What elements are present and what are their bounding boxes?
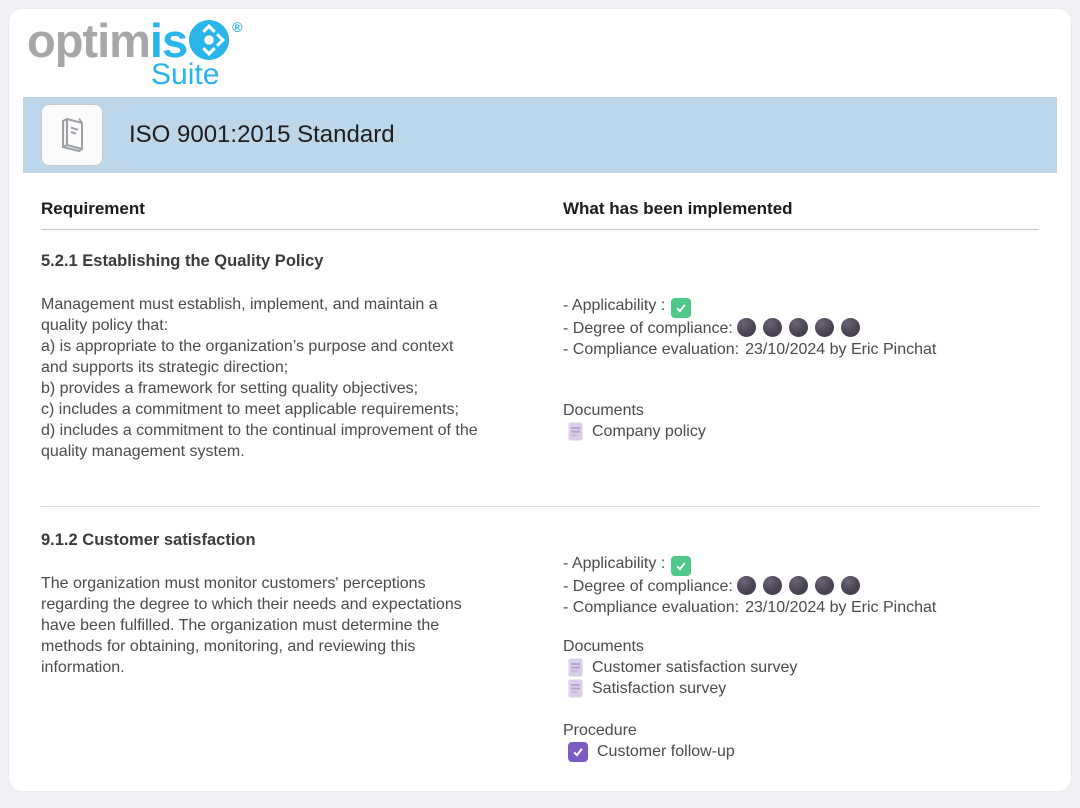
page-title: ISO 9001:2015 Standard <box>129 121 395 149</box>
procedure-link[interactable]: Customer follow-up <box>563 741 1039 762</box>
applicability-line: - Applicability : <box>563 295 1039 318</box>
document-link[interactable]: Satisfaction survey <box>563 678 1039 699</box>
compliance-dot <box>841 576 860 595</box>
requirement-cell: 9.1.2 Customer satisfaction The organiza… <box>41 531 563 762</box>
degree-label: - Degree of compliance: <box>563 578 733 595</box>
registered-mark: ® <box>232 19 242 35</box>
document-name: Customer satisfaction survey <box>592 659 797 677</box>
logo-text-optim: optim <box>27 19 150 63</box>
compass-icon <box>187 19 230 63</box>
procedure-label: Procedure <box>563 720 1039 741</box>
compliance-dots <box>737 578 867 595</box>
app-window: optim is ® Suite <box>8 8 1072 792</box>
document-icon <box>568 422 583 441</box>
requirement-cell: 5.2.1 Establishing the Quality Policy Ma… <box>41 252 563 462</box>
document-link[interactable]: Company policy <box>563 421 1039 442</box>
degree-label: - Degree of compliance: <box>563 320 733 337</box>
applicability-checkbox[interactable] <box>671 298 691 318</box>
applicability-label: - Applicability : <box>563 297 665 314</box>
document-link[interactable]: Customer satisfaction survey <box>563 657 1039 678</box>
book-icon <box>41 104 103 166</box>
document-icon <box>568 679 583 698</box>
degree-line: - Degree of compliance: <box>563 318 1039 339</box>
evaluation-label: - Compliance evaluation: <box>563 341 739 358</box>
implemented-cell: - Applicability : - Degree of compliance… <box>563 252 1039 462</box>
degree-line: - Degree of compliance: <box>563 576 1039 597</box>
evaluation-value: 23/10/2024 by Eric Pinchat <box>745 599 936 616</box>
document-name: Company policy <box>592 423 706 441</box>
document-name: Satisfaction survey <box>592 680 726 698</box>
compliance-dot <box>815 576 834 595</box>
documents-label: Documents <box>563 400 1039 421</box>
compliance-dot <box>789 576 808 595</box>
procedure-block: Procedure Customer follow-up <box>563 720 1039 762</box>
column-header-implemented: What has been implemented <box>563 199 1039 219</box>
evaluation-value: 23/10/2024 by Eric Pinchat <box>745 341 936 358</box>
requirement-body: Management must establish, implement, an… <box>41 294 563 462</box>
applicability-label: - Applicability : <box>563 555 665 572</box>
implemented-cell: - Applicability : - Degree of compliance… <box>563 531 1039 762</box>
standard-header-banner: ISO 9001:2015 Standard <box>23 97 1057 173</box>
compliance-dot <box>815 318 834 337</box>
requirement-heading: 5.2.1 Establishing the Quality Policy <box>41 252 563 271</box>
requirement-row-521: 5.2.1 Establishing the Quality Policy Ma… <box>41 230 1039 506</box>
procedure-name: Customer follow-up <box>597 743 735 761</box>
compliance-dot <box>763 576 782 595</box>
column-header-requirement: Requirement <box>41 199 563 219</box>
compliance-dot <box>737 318 756 337</box>
documents-block: Documents Customer satisfaction survey S… <box>563 636 1039 699</box>
document-icon <box>568 658 583 677</box>
compliance-dot <box>763 318 782 337</box>
logo-suite-text: Suite <box>151 60 1071 90</box>
applicability-checkbox[interactable] <box>671 556 691 576</box>
documents-label: Documents <box>563 636 1039 657</box>
table-header-row: Requirement What has been implemented <box>41 199 1039 230</box>
requirement-body: The organization must monitor customers'… <box>41 573 563 678</box>
compliance-dot <box>737 576 756 595</box>
evaluation-line: - Compliance evaluation: 23/10/2024 by Er… <box>563 597 1039 618</box>
requirement-heading: 9.1.2 Customer satisfaction <box>41 531 563 550</box>
evaluation-label: - Compliance evaluation: <box>563 599 739 616</box>
logo-text-is: is <box>150 19 187 63</box>
app-logo: optim is ® Suite <box>9 9 1071 97</box>
evaluation-line: - Compliance evaluation: 23/10/2024 by Er… <box>563 339 1039 360</box>
applicability-line: - Applicability : <box>563 553 1039 576</box>
procedure-check-icon <box>568 742 588 762</box>
compliance-dot <box>841 318 860 337</box>
requirement-row-912: 9.1.2 Customer satisfaction The organiza… <box>41 507 1039 780</box>
compliance-dot <box>789 318 808 337</box>
compliance-dots <box>737 320 867 337</box>
documents-block: Documents Company policy <box>563 400 1039 442</box>
